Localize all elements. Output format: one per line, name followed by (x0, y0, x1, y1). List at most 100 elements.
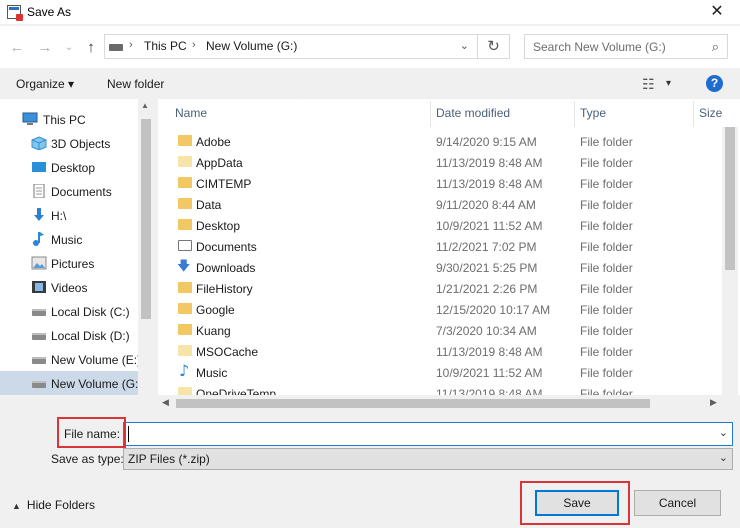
breadcrumb-separator-icon[interactable]: › (129, 39, 133, 51)
new-folder-button[interactable]: New folder (107, 77, 164, 91)
file-row[interactable]: Adobe 9/14/2020 9:15 AM File folder (158, 131, 722, 152)
sidebar-item-local-disk-d[interactable]: Local Disk (D:) (0, 323, 138, 347)
column-divider[interactable] (574, 101, 575, 127)
sidebar-item-this-pc[interactable]: This PC (0, 107, 138, 131)
scroll-left-icon[interactable]: ◀ (162, 397, 169, 408)
navigation-pane: This PC 3D Objects Desktop Documents H:\… (0, 99, 154, 411)
scroll-up-icon[interactable]: ▲ (141, 101, 149, 110)
scrollbar-thumb[interactable] (176, 399, 650, 408)
back-arrow-icon[interactable]: ← (8, 39, 26, 57)
column-header-type[interactable]: Type (580, 106, 606, 120)
scroll-right-icon[interactable]: ▶ (710, 397, 717, 408)
file-row[interactable]: Data 9/11/2020 8:44 AM File folder (158, 194, 722, 215)
search-box[interactable]: Search New Volume (G:) ⌕ (524, 34, 728, 59)
file-row[interactable]: Kuang 7/3/2020 10:34 AM File folder (158, 320, 722, 341)
file-date: 12/15/2020 10:17 AM (436, 303, 551, 317)
sidebar-item-h-drive[interactable]: H:\ (0, 203, 138, 227)
address-bar[interactable]: › This PC › New Volume (G:) ⌄ ↻ (104, 34, 510, 59)
sidebar-item-label: 3D Objects (51, 137, 111, 151)
sort-ascending-icon: ⌃ (294, 99, 303, 107)
file-name-dropdown-icon[interactable]: ⌄ (719, 426, 728, 439)
help-icon[interactable]: ? (706, 75, 723, 92)
sidebar-item-pictures[interactable]: Pictures (0, 251, 138, 275)
downloads-folder-icon (177, 257, 192, 279)
navigation-pane-footer (0, 395, 154, 411)
file-list-horizontal-scrollbar[interactable]: ◀ ▶ (158, 395, 740, 411)
sidebar-item-music[interactable]: Music (0, 227, 138, 251)
address-dropdown-icon[interactable]: ⌄ (460, 39, 469, 52)
scrollbar-thumb[interactable] (725, 127, 735, 270)
breadcrumb-this-pc[interactable]: This PC (144, 39, 187, 53)
sidebar-item-label: Pictures (51, 257, 95, 271)
file-row[interactable]: Downloads 9/30/2021 5:25 PM File folder (158, 257, 722, 279)
column-header-name[interactable]: Name (175, 106, 207, 120)
hide-folders-button[interactable]: ▲ Hide Folders (12, 498, 95, 512)
file-row[interactable]: CIMTEMP 11/13/2019 8:48 AM File folder (158, 173, 722, 194)
file-row[interactable]: Desktop 10/9/2021 11:52 AM File folder (158, 215, 722, 236)
file-date: 11/13/2019 8:48 AM (436, 177, 543, 191)
view-options-icon[interactable]: ☷ (642, 76, 655, 93)
save-as-type-dropdown-icon[interactable]: ⌄ (719, 451, 728, 464)
cube-icon (31, 136, 47, 150)
file-row[interactable]: FileHistory 1/21/2021 2:26 PM File folde… (158, 278, 722, 299)
folder-icon (178, 345, 192, 356)
recent-locations-icon[interactable]: ⌄ (60, 39, 78, 57)
column-header-row: ⌃ Name Date modified Type Size (158, 99, 738, 127)
column-divider[interactable] (693, 101, 694, 127)
sidebar-item-label: Documents (51, 185, 112, 199)
music-icon (33, 232, 44, 246)
search-icon[interactable]: ⌕ (712, 39, 719, 55)
sidebar-item-local-disk-c[interactable]: Local Disk (C:) (0, 299, 138, 323)
file-row[interactable]: Music 10/9/2021 11:52 AM File folder (158, 361, 722, 383)
breadcrumb-new-volume-g[interactable]: New Volume (G:) (206, 39, 297, 53)
breadcrumb-separator-icon[interactable]: › (192, 39, 196, 51)
hide-folders-label: Hide Folders (26, 498, 95, 512)
up-arrow-icon[interactable]: ↑ (82, 39, 100, 57)
file-date: 9/14/2020 9:15 AM (436, 135, 537, 149)
file-list-vertical-scrollbar[interactable] (722, 127, 738, 395)
highlight-box-file-name-label (57, 417, 126, 448)
column-header-date[interactable]: Date modified (436, 106, 510, 120)
file-type: File folder (580, 303, 633, 317)
file-date: 7/3/2020 10:34 AM (436, 324, 537, 338)
sidebar-item-documents[interactable]: Documents (0, 179, 138, 203)
file-name: Downloads (196, 261, 256, 275)
sidebar-item-new-volume-g[interactable]: New Volume (G:) (0, 371, 142, 395)
file-type: File folder (580, 324, 633, 338)
column-header-size[interactable]: Size (699, 106, 722, 120)
drive-icon (32, 381, 46, 388)
sidebar-item-new-volume-e[interactable]: New Volume (E:) (0, 347, 141, 371)
sidebar-item-label: Local Disk (C:) (51, 305, 130, 319)
title-bar: Save As ✕ (0, 0, 740, 24)
sidebar-item-label: Music (51, 233, 83, 247)
forward-arrow-icon[interactable]: → (36, 39, 54, 57)
folder-icon (178, 177, 192, 188)
download-icon (34, 208, 44, 221)
cancel-button[interactable]: Cancel (634, 490, 721, 516)
organize-button[interactable]: Organize ▾ (16, 77, 74, 91)
file-date: 9/11/2020 8:44 AM (436, 198, 536, 212)
close-icon[interactable]: ✕ (694, 0, 740, 24)
file-row[interactable]: Documents 11/2/2021 7:02 PM File folder (158, 236, 722, 257)
refresh-icon[interactable]: ↻ (477, 35, 509, 58)
drive-icon (32, 309, 46, 316)
sidebar-item-label: Desktop (51, 161, 96, 175)
sidebar-item-3d-objects[interactable]: 3D Objects (0, 131, 138, 155)
file-row[interactable]: MSOCache 11/13/2019 8:48 AM File folder (158, 341, 722, 362)
navigation-pane-scrollbar[interactable]: ▲ ▼ (138, 99, 154, 411)
file-type: File folder (580, 156, 633, 170)
file-row[interactable]: Google 12/15/2020 10:17 AM File folder (158, 299, 722, 320)
file-row[interactable]: AppData 11/13/2019 8:48 AM File folder (158, 152, 722, 173)
sidebar-item-desktop[interactable]: Desktop (0, 155, 138, 179)
file-type: File folder (580, 345, 633, 359)
search-placeholder: Search New Volume (G:) (533, 40, 666, 54)
view-dropdown-icon[interactable]: ▾ (666, 78, 671, 89)
column-divider[interactable] (430, 101, 431, 127)
scrollbar-thumb[interactable] (141, 119, 151, 319)
file-name: Kuang (196, 324, 231, 338)
file-name-input[interactable]: ⌄ (123, 422, 733, 446)
file-type: File folder (580, 198, 633, 212)
save-as-type-select[interactable]: ZIP Files (*.zip) ⌄ (123, 448, 733, 470)
file-date: 11/13/2019 8:48 AM (436, 345, 543, 359)
sidebar-item-videos[interactable]: Videos (0, 275, 138, 299)
